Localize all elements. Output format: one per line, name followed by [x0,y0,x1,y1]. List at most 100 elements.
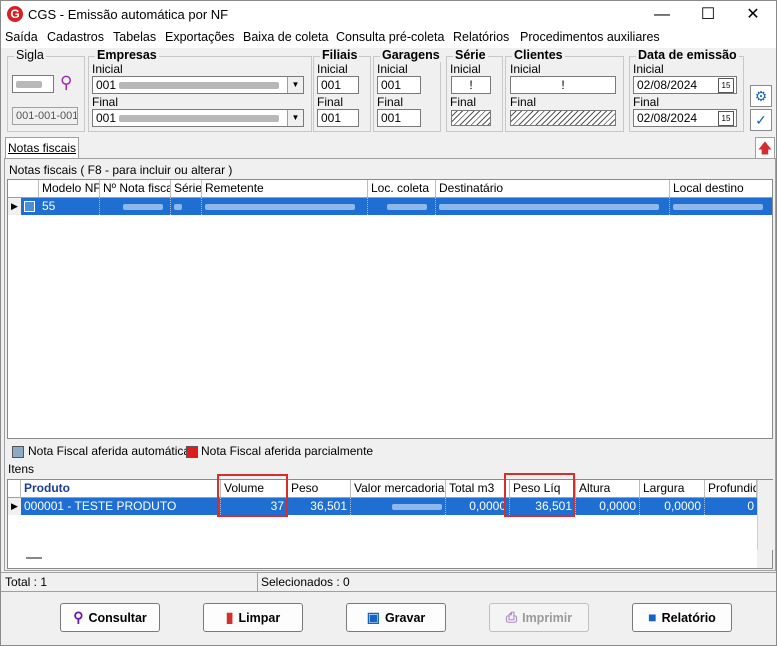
col-largura[interactable]: Largura [640,480,705,497]
data-final-label: Final [633,95,660,109]
eraser-icon: ▮ [225,609,234,625]
maximize-button[interactable]: ☐ [685,1,731,28]
data-final-value: 02/08/2024 [637,111,698,125]
col-produto[interactable]: Produto [21,480,221,497]
row-indicator: ▶ [8,198,22,215]
serie-inicial-input[interactable]: ! [451,76,491,94]
menu-baixa-coleta[interactable]: Baixa de coleta [243,30,328,44]
notas-caption: Notas fiscais ( F8 - para incluir ou alt… [9,163,233,177]
settings-gear-icon[interactable]: ⚙ [750,85,772,107]
highlight-volume [217,474,288,517]
row-checkbox[interactable] [21,198,39,215]
garagem-final-input[interactable]: 001 [377,109,421,127]
col-destinatario[interactable]: Destinatário [436,180,670,197]
empresa-inicial-value: 001 [96,78,117,92]
search-icon[interactable]: ⚲ [60,73,78,93]
chevron-down-icon[interactable]: ▼ [287,110,303,126]
gravar-button[interactable]: ▣ Gravar [346,603,446,632]
serie-final-input[interactable] [451,110,491,126]
search-icon: ⚲ [73,609,84,625]
menu-procedimentos-auxiliares[interactable]: Procedimentos auxiliares [520,30,660,44]
menu-tabelas[interactable]: Tabelas [113,30,156,44]
menu-cadastros[interactable]: Cadastros [47,30,104,44]
serie-group: Série Inicial ! Final [446,48,503,132]
cliente-final-input[interactable] [510,110,616,126]
legend-parcial-swatch [186,446,198,458]
main-window: G CGS - Emissão automática por NF — ☐ ✕ … [0,0,777,646]
itens-scrollbar[interactable] [757,480,773,550]
menu-consulta-pre-coleta[interactable]: Consulta pré-coleta [336,30,444,44]
clientes-final-label: Final [510,95,537,109]
data-inicial-value: 02/08/2024 [637,78,698,92]
empresa-final-combo[interactable]: 001 ▼ [92,109,304,127]
sigla-group: Sigla ⚲ 001-001-001 [7,48,85,132]
clientes-inicial-label: Inicial [510,62,541,76]
row-pointer-icon: ▶ [8,198,22,215]
filial-inicial-input[interactable]: 001 [317,76,359,94]
col-profundidade[interactable]: Profundid [705,480,757,497]
itens-grid-header: Produto Volume Peso Valor mercadoria Tot… [8,480,772,498]
cell-peso: 36,501 [288,498,351,515]
empresas-inicial-label: Inicial [92,62,123,76]
cell-largura: 0,0000 [640,498,705,515]
consultar-button[interactable]: ⚲ Consultar [60,603,160,632]
empresa-final-value: 001 [96,111,117,125]
chevron-down-icon[interactable]: ▼ [287,77,303,93]
status-separator [257,573,258,591]
itens-row-indicator: ▶ [8,498,22,515]
col-numero-nota[interactable]: Nº Nota fiscal [100,180,171,197]
garagens-label: Garagens [380,48,442,62]
col-altura[interactable]: Altura [576,480,640,497]
col-local-destino[interactable]: Local destino [670,180,772,197]
itens-footer-dash [26,557,42,559]
col-remetente[interactable]: Remetente [202,180,368,197]
empresa-inicial-combo[interactable]: 001 ▼ [92,76,304,94]
garagem-inicial-input[interactable]: 001 [377,76,421,94]
tab-notas-fiscais[interactable]: Notas fiscais [5,137,79,158]
table-row[interactable]: 55 [21,198,772,215]
clientes-label: Clientes [512,48,565,62]
empresas-label: Empresas [95,48,159,62]
close-button[interactable]: ✕ [730,1,776,28]
cell-modelo-nf: 55 [39,198,100,215]
itens-caption: Itens [8,462,35,476]
empresas-group: Empresas Inicial 001 ▼ Final 001 ▼ [88,48,312,132]
minimize-button[interactable]: — [639,1,685,28]
filiais-label: Filiais [320,48,360,62]
filial-final-input[interactable]: 001 [317,109,359,127]
itens-header-indicator [8,480,21,497]
calendar-icon[interactable]: 15 [718,111,734,126]
col-loc-coleta[interactable]: Loc. coleta [368,180,436,197]
status-total: Total : 1 [5,575,48,589]
garagens-final-label: Final [377,95,404,109]
imprimir-button[interactable]: ⎙ Imprimir [489,603,589,632]
menu-relatorios[interactable]: Relatórios [453,30,509,44]
data-inicial-input[interactable]: 02/08/2024 15 [633,76,737,94]
col-valor-mercadoria[interactable]: Valor mercadoria [351,480,446,497]
data-final-input[interactable]: 02/08/2024 15 [633,109,737,127]
relatorio-button[interactable]: ■ Relatório [632,603,732,632]
data-emissao-group: Data de emissão Inicial 02/08/2024 15 Fi… [629,48,744,132]
col-peso[interactable]: Peso [288,480,351,497]
serie-label: Série [453,48,488,62]
filiais-inicial-label: Inicial [317,62,348,76]
cell-local-destino [670,198,772,215]
menu-saida[interactable]: Saída [5,30,38,44]
sigla-code-input[interactable] [12,75,54,93]
garagens-inicial-label: Inicial [377,62,408,76]
empresas-final-label: Final [92,95,119,109]
calendar-icon[interactable]: 15 [718,78,734,93]
col-serie[interactable]: Série [171,180,202,197]
status-selecionados: Selecionados : 0 [261,575,350,589]
table-row[interactable]: 000001 - TESTE PRODUTO 37 36,501 0,0000 … [21,498,757,515]
col-total-m3[interactable]: Total m3 [446,480,510,497]
confirm-check-icon[interactable]: ✓ [750,109,772,131]
cell-serie [171,198,202,215]
legend-auto-swatch [12,446,24,458]
limpar-button[interactable]: ▮ Limpar [203,603,303,632]
menu-exportacoes[interactable]: Exportações [165,30,234,44]
cliente-inicial-input[interactable]: ! [510,76,616,94]
arrow-up-icon[interactable]: 🡅 [755,137,775,159]
col-modelo-nf[interactable]: Modelo NF [39,180,100,197]
notas-header-indicator [8,180,39,197]
